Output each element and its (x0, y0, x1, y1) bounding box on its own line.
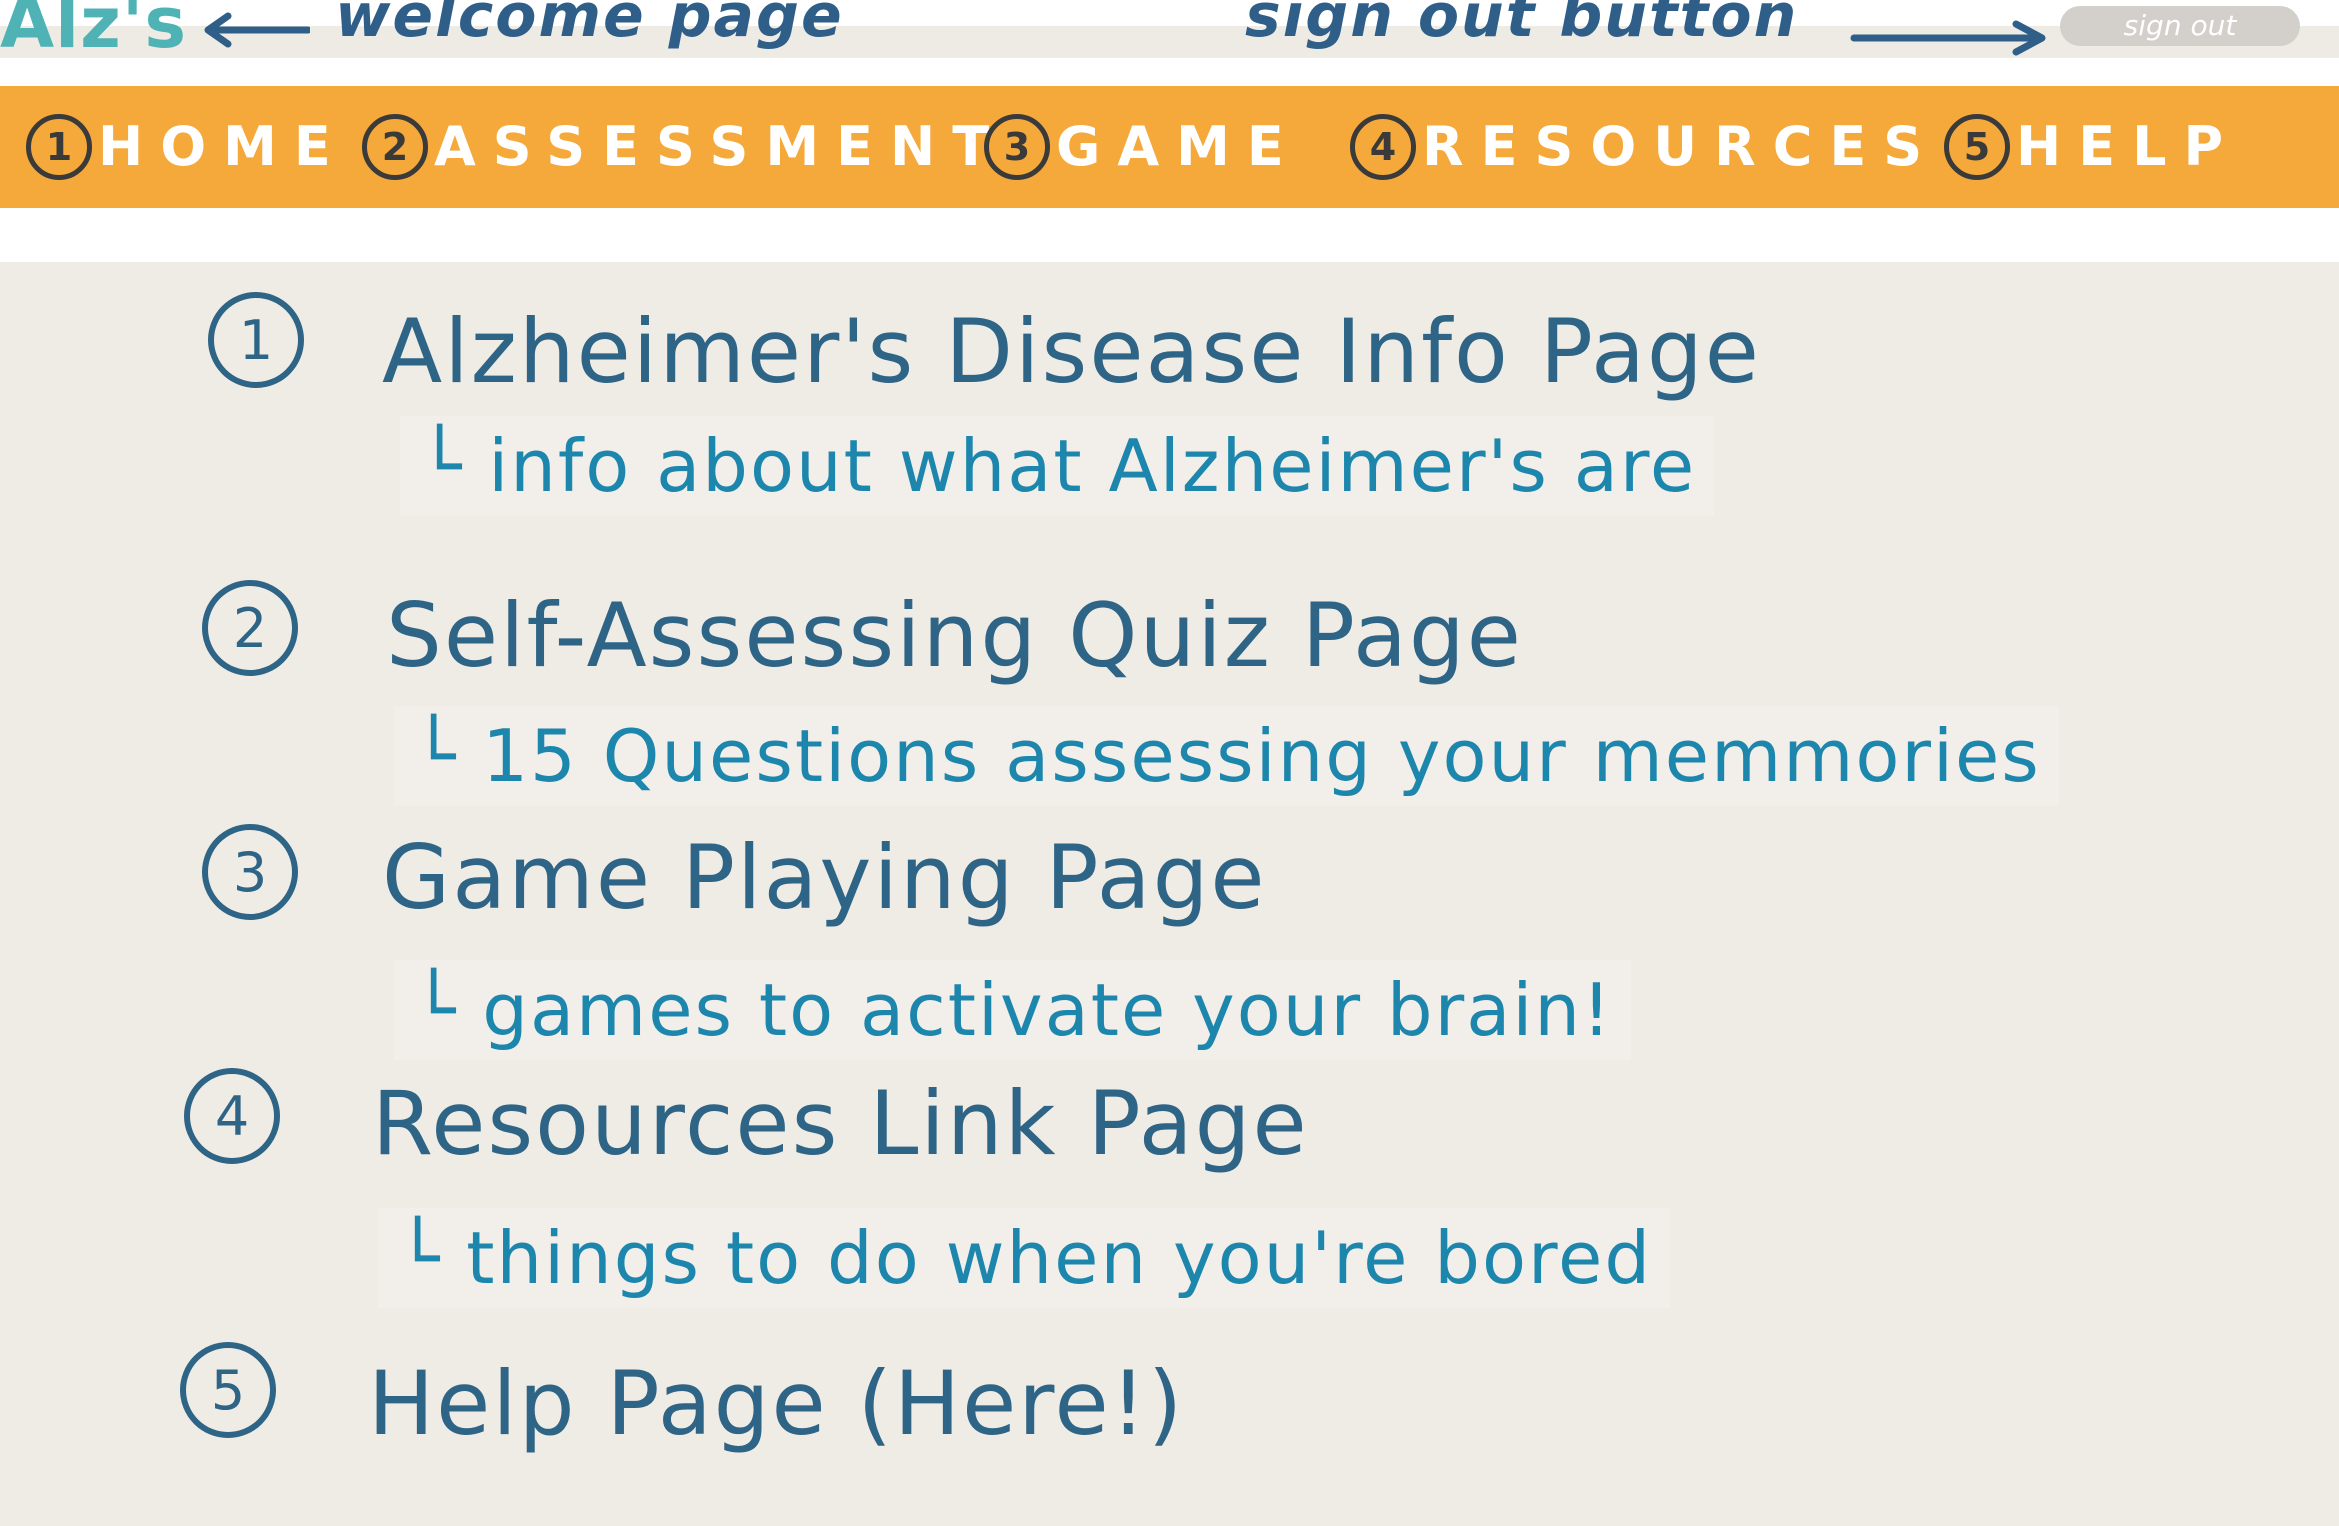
nav-item-game[interactable]: 3 GAME (984, 86, 1301, 208)
nav-number-badge: 3 (984, 114, 1050, 180)
nav-number-badge: 1 (26, 114, 92, 180)
top-bar: Alz's welcome page sign out button sign … (0, 0, 2339, 58)
page-title-resources: Resources Link Page (372, 1072, 1309, 1175)
site-logo[interactable]: Alz's (0, 0, 187, 58)
nav-label-assessment: ASSESSMENT (434, 115, 1007, 178)
page-number-badge: 2 (202, 580, 298, 676)
nav-number-badge: 5 (1944, 114, 2010, 180)
page-title-help: Help Page (Here!) (368, 1352, 1185, 1455)
page-desc-text: └ games to activate your brain! (394, 960, 1631, 1060)
page-desc-info: └ info about what Alzheimer's are (400, 416, 1715, 516)
welcome-page-annotation: welcome page (335, 0, 844, 51)
page-desc-text: └ things to do when you're bored (378, 1208, 1671, 1308)
nav-number-badge: 4 (1350, 114, 1416, 180)
sign-out-button[interactable]: sign out (2060, 6, 2300, 46)
arrow-left-icon (204, 12, 310, 48)
page-desc-quiz: └ 15 Questions assessing your memmories (394, 706, 2059, 806)
sign-out-annotation: sign out button (1245, 0, 1799, 51)
help-content: 1 Alzheimer's Disease Info Page └ info a… (0, 262, 2339, 1526)
page-number-badge: 1 (208, 292, 304, 388)
page-desc-text: └ info about what Alzheimer's are (400, 416, 1715, 516)
page-title-info: Alzheimer's Disease Info Page (382, 300, 1761, 403)
arrow-right-icon (1850, 20, 2046, 56)
page-number-badge: 3 (202, 824, 298, 920)
nav-label-game: GAME (1056, 115, 1301, 178)
nav-label-home: HOME (98, 115, 348, 178)
page-desc-text: └ 15 Questions assessing your memmories (394, 706, 2059, 806)
page-desc-resources: └ things to do when you're bored (378, 1208, 1671, 1308)
page-number-badge: 5 (180, 1342, 276, 1438)
page-desc-game: └ games to activate your brain! (394, 960, 1631, 1060)
page-title-quiz: Self-Assessing Quiz Page (386, 584, 1523, 687)
main-nav: 1 HOME 2 ASSESSMENT 3 GAME 4 RESOURCES 5… (0, 86, 2339, 208)
nav-item-home[interactable]: 1 HOME (26, 86, 348, 208)
nav-label-help: HELP (2016, 115, 2241, 178)
nav-label-resources: RESOURCES (1422, 115, 1940, 178)
nav-item-help[interactable]: 5 HELP (1944, 86, 2240, 208)
page-number-badge: 4 (184, 1068, 280, 1164)
page-title-game: Game Playing Page (382, 826, 1267, 929)
nav-item-assessment[interactable]: 2 ASSESSMENT (362, 86, 1006, 208)
nav-number-badge: 2 (362, 114, 428, 180)
nav-item-resources[interactable]: 4 RESOURCES (1350, 86, 1939, 208)
